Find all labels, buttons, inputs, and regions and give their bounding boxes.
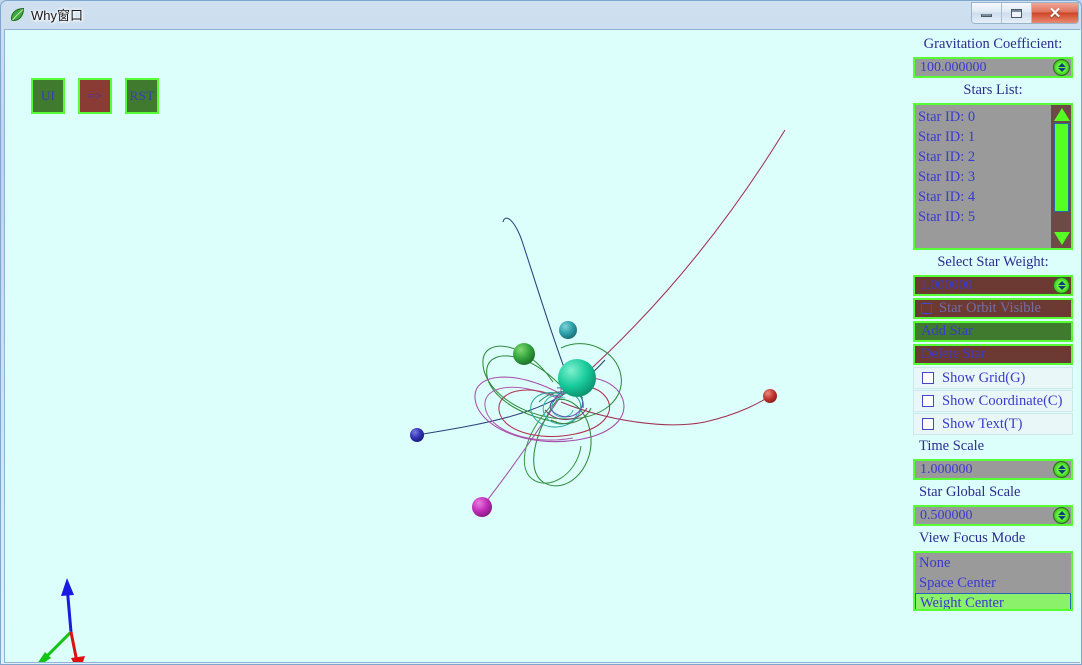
step-label: =>	[87, 88, 103, 103]
ui-toggle-button[interactable]: UI	[31, 78, 65, 114]
scroll-down-icon[interactable]	[1053, 232, 1070, 245]
gravitation-stepper[interactable]	[1053, 59, 1070, 76]
view-focus-mode-label: View Focus Mode	[919, 530, 1026, 546]
checkbox-icon	[921, 303, 932, 314]
show-coordinate-checkbox[interactable]: Show Coordinate(C)	[913, 390, 1073, 412]
reset-button[interactable]: RST	[125, 78, 159, 114]
main-window: Why窗口 ✕ UI => RST Gravitation Coefficien…	[0, 0, 1082, 665]
chevron-down-icon	[1057, 286, 1066, 290]
window-title: Why窗口	[31, 8, 84, 23]
scrollbar-thumb[interactable]	[1054, 123, 1069, 212]
checkbox-icon	[922, 418, 934, 430]
show-grid-checkbox[interactable]: Show Grid(G)	[913, 367, 1073, 389]
show-coordinate-label: Show Coordinate(C)	[942, 392, 1063, 409]
list-item[interactable]: Star ID: 4	[918, 187, 1071, 207]
stars-list[interactable]: Star ID: 0 Star ID: 1 Star ID: 2 Star ID…	[913, 103, 1073, 250]
chevron-up-icon	[1057, 281, 1066, 285]
chevron-up-icon	[1057, 63, 1066, 67]
checkbox-icon	[922, 395, 934, 407]
focus-mode-space-center[interactable]: Space Center	[915, 573, 1071, 593]
select-star-weight-stepper[interactable]	[1053, 277, 1070, 294]
orbit-trails	[416, 129, 786, 508]
reset-label: RST	[129, 88, 155, 103]
list-item[interactable]: Star ID: 3	[918, 167, 1071, 187]
application-window: Why窗口 ✕ UI => RST Gravitation Coefficien…	[0, 0, 1082, 665]
title-bar[interactable]: Why窗口 ✕	[1, 1, 1081, 28]
list-item[interactable]: Star ID: 5	[918, 207, 1071, 227]
chevron-down-icon	[1057, 68, 1066, 72]
list-item[interactable]: Star ID: 0	[918, 107, 1071, 127]
app-leaf-icon	[9, 6, 26, 23]
gravitation-coefficient-field[interactable]: 100.000000	[913, 57, 1073, 78]
minimize-icon	[981, 14, 992, 17]
star-body-5	[763, 389, 777, 403]
show-text-label: Show Text(T)	[942, 415, 1023, 432]
simulation-viewport[interactable]: UI => RST	[5, 30, 905, 662]
minimize-button[interactable]	[972, 3, 1002, 23]
ui-toggle-label: UI	[40, 88, 56, 103]
gravitation-coefficient-value: 100.000000	[920, 60, 987, 75]
star-body-3	[410, 428, 424, 442]
select-star-weight-field[interactable]: 1.000000	[913, 275, 1073, 296]
control-panel: Gravitation Coefficient: 100.000000 Star…	[905, 30, 1081, 662]
list-item[interactable]: Star ID: 1	[918, 127, 1071, 147]
star-bodies	[410, 321, 777, 517]
stars-list-items: Star ID: 0 Star ID: 1 Star ID: 2 Star ID…	[915, 105, 1071, 227]
star-body-0	[558, 359, 596, 397]
add-star-label: Add Star	[921, 323, 973, 339]
time-scale-stepper[interactable]	[1053, 461, 1070, 478]
delete-star-label: Delete Star	[921, 346, 986, 362]
client-area: UI => RST Gravitation Coefficient: 100.0…	[4, 29, 1081, 663]
axis-z-arrow-icon	[71, 656, 85, 662]
scene-canvas	[38, 129, 786, 662]
add-star-button[interactable]: Add Star	[913, 321, 1073, 342]
gravitation-coefficient-label: Gravitation Coefficient:	[923, 36, 1063, 52]
delete-star-button[interactable]: Delete Star	[913, 344, 1073, 365]
time-scale-label: Time Scale	[919, 438, 985, 454]
show-grid-label: Show Grid(G)	[942, 369, 1026, 386]
chevron-up-icon	[1057, 465, 1066, 469]
axis-gizmo	[38, 578, 85, 662]
window-controls: ✕	[971, 2, 1079, 24]
show-text-checkbox[interactable]: Show Text(T)	[913, 413, 1073, 435]
stars-list-label: Stars List:	[963, 82, 1023, 98]
star-global-scale-field[interactable]: 0.500000	[913, 505, 1073, 526]
close-button[interactable]: ✕	[1032, 3, 1078, 23]
star-orbit-visible-label: Star Orbit Visible	[939, 300, 1041, 316]
star-body-1	[513, 343, 535, 365]
star-body-4	[472, 497, 492, 517]
close-icon: ✕	[1048, 4, 1062, 22]
time-scale-value: 1.000000	[920, 462, 973, 477]
checkbox-icon	[922, 372, 934, 384]
chevron-down-icon	[1057, 470, 1066, 474]
chevron-up-icon	[1057, 511, 1066, 515]
view-focus-mode-list[interactable]: None Space Center Weight Center	[913, 551, 1073, 611]
chevron-down-icon	[1057, 516, 1066, 520]
scroll-up-icon[interactable]	[1053, 108, 1070, 121]
star-global-scale-label: Star Global Scale	[919, 484, 1021, 500]
viewport-toolbar: UI => RST	[31, 78, 159, 114]
star-global-scale-value: 0.500000	[920, 508, 973, 523]
maximize-button[interactable]	[1002, 3, 1032, 23]
star-global-scale-stepper[interactable]	[1053, 507, 1070, 524]
axis-y-arrow-icon	[61, 578, 74, 596]
time-scale-field[interactable]: 1.000000	[913, 459, 1073, 480]
maximize-icon	[1011, 8, 1022, 18]
focus-mode-weight-center[interactable]: Weight Center	[915, 593, 1071, 609]
star-orbit-visible-checkbox[interactable]: Star Orbit Visible	[913, 298, 1073, 319]
star-body-2	[559, 321, 577, 339]
focus-mode-none[interactable]: None	[915, 553, 1071, 573]
list-item[interactable]: Star ID: 2	[918, 147, 1071, 167]
stars-list-scrollbar[interactable]	[1051, 105, 1071, 248]
select-star-weight-label: Select Star Weight:	[937, 254, 1049, 270]
step-button[interactable]: =>	[78, 78, 112, 114]
select-star-weight-value: 1.000000	[920, 278, 973, 293]
